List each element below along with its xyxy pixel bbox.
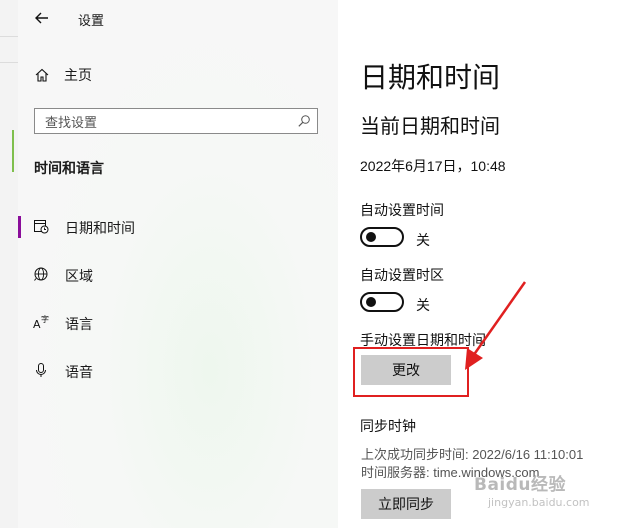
- globe-icon: [34, 267, 48, 281]
- nav-indicator: [18, 264, 21, 286]
- sidebar-item-speech[interactable]: 语音: [18, 350, 338, 390]
- sidebar-item-label: 区域: [65, 268, 93, 284]
- sidebar-item-label: 语音: [65, 364, 93, 380]
- svg-text:A: A: [33, 318, 41, 330]
- svg-text:字: 字: [41, 314, 49, 324]
- toggle-knob: [366, 232, 376, 242]
- home-label: 主页: [64, 67, 92, 83]
- annotation-arrow-icon: [465, 281, 527, 370]
- auto-time-state: 关: [416, 232, 430, 248]
- auto-time-toggle[interactable]: [360, 227, 404, 247]
- home-icon: [35, 68, 49, 82]
- section-header: 时间和语言: [34, 160, 104, 176]
- back-arrow-icon[interactable]: [32, 8, 52, 28]
- strip-accent-line: [12, 130, 14, 172]
- sync-clock-heading: 同步时钟: [360, 418, 416, 434]
- active-indicator: [18, 216, 21, 238]
- sidebar-item-date-time[interactable]: 日期和时间: [18, 206, 338, 246]
- title-bar: 设置: [18, 0, 338, 36]
- auto-time-label: 自动设置时间: [360, 202, 444, 218]
- window-title: 设置: [78, 13, 105, 28]
- strip-divider: [0, 36, 18, 37]
- page-title: 日期和时间: [360, 62, 501, 93]
- nav-indicator: [18, 360, 21, 382]
- background-window-strip: [0, 0, 19, 528]
- auto-timezone-state: 关: [416, 297, 430, 313]
- search-icon[interactable]: [297, 114, 311, 128]
- sidebar-item-label: 日期和时间: [65, 220, 135, 236]
- last-sync-text: 上次成功同步时间: 2022/6/16 11:10:01: [361, 447, 584, 462]
- microphone-icon: [36, 363, 46, 377]
- home-nav-item[interactable]: 主页: [34, 62, 314, 88]
- calendar-clock-icon: [34, 220, 49, 234]
- language-icon: A 字: [33, 314, 49, 330]
- auto-timezone-label: 自动设置时区: [360, 267, 444, 283]
- baidu-watermark: Baidu经验: [474, 475, 567, 495]
- search-box[interactable]: [34, 108, 318, 134]
- toggle-knob: [366, 297, 376, 307]
- sidebar-item-label: 语言: [65, 316, 93, 332]
- sidebar-item-region[interactable]: 区域: [18, 254, 338, 294]
- current-datetime-heading: 当前日期和时间: [360, 116, 500, 138]
- sync-now-button[interactable]: 立即同步: [361, 489, 451, 519]
- sidebar-item-language[interactable]: A 字 语言: [18, 302, 338, 342]
- nav-indicator: [18, 312, 21, 334]
- current-datetime-value: 2022年6月17日，10:48: [360, 158, 506, 174]
- auto-timezone-toggle[interactable]: [360, 292, 404, 312]
- search-input[interactable]: [43, 112, 287, 132]
- annotation-highlight-box: [353, 347, 469, 397]
- baidu-watermark-url: jingyan.baidu.com: [488, 496, 590, 509]
- strip-divider: [0, 62, 18, 63]
- content-pane: 日期和时间 当前日期和时间 2022年6月17日，10:48 自动设置时间 关 …: [338, 0, 624, 528]
